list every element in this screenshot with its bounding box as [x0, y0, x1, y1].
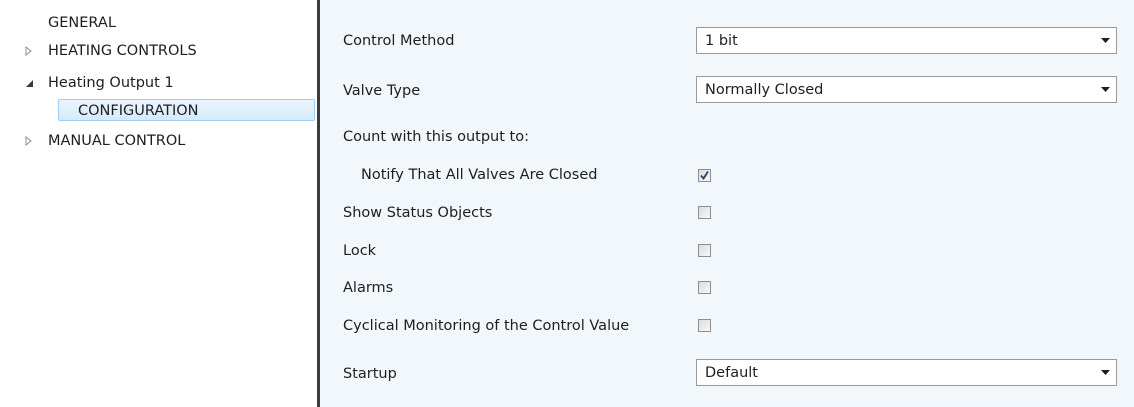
- lock-label: Lock: [343, 243, 377, 259]
- tree-item-label: GENERAL: [48, 15, 116, 31]
- expand-arrow-icon[interactable]: [22, 130, 36, 152]
- valve-type-value: Normally Closed: [705, 81, 824, 98]
- show-status-objects-checkbox[interactable]: [698, 206, 711, 219]
- control-method-value: 1 bit: [705, 32, 738, 49]
- notify-valves-closed-label: Notify That All Valves Are Closed: [361, 167, 598, 183]
- tree-item-label: HEATING CONTROLS: [48, 43, 197, 59]
- alarms-label: Alarms: [343, 280, 394, 296]
- tree-item-manual-control[interactable]: MANUAL CONTROL: [25, 130, 186, 152]
- tree-item-general[interactable]: GENERAL: [48, 12, 116, 34]
- collapse-arrow-icon[interactable]: [22, 72, 36, 94]
- chevron-down-icon: [1094, 28, 1116, 53]
- count-with-output-label: Count with this output to:: [343, 129, 529, 145]
- chevron-down-icon: [1094, 360, 1116, 385]
- startup-select[interactable]: Default: [696, 359, 1117, 386]
- cyclical-monitoring-checkbox[interactable]: [698, 319, 711, 332]
- startup-label: Startup: [343, 366, 397, 382]
- parameters-panel: Control Method 1 bit Valve Type Normally…: [320, 0, 1134, 407]
- tree-item-configuration[interactable]: CONFIGURATION: [58, 99, 315, 121]
- control-method-select[interactable]: 1 bit: [696, 27, 1117, 54]
- valve-type-select[interactable]: Normally Closed: [696, 76, 1117, 103]
- tree-item-heating-output-1[interactable]: Heating Output 1: [25, 72, 174, 94]
- tree-item-heating-controls[interactable]: HEATING CONTROLS: [25, 40, 197, 62]
- valve-type-label: Valve Type: [343, 83, 421, 99]
- cyclical-monitoring-label: Cyclical Monitoring of the Control Value: [343, 318, 630, 334]
- tree-item-label: CONFIGURATION: [78, 103, 199, 119]
- alarms-checkbox[interactable]: [698, 281, 711, 294]
- tree-item-label: MANUAL CONTROL: [48, 133, 186, 149]
- control-method-label: Control Method: [343, 33, 455, 49]
- check-mark-icon: [700, 171, 709, 181]
- notify-valves-closed-checkbox[interactable]: [698, 169, 711, 182]
- show-status-objects-label: Show Status Objects: [343, 205, 493, 221]
- parameter-tree: GENERAL HEATING CONTROLS Heating Output …: [0, 0, 317, 407]
- chevron-down-icon: [1094, 77, 1116, 102]
- startup-value: Default: [705, 364, 758, 381]
- expand-arrow-icon[interactable]: [22, 40, 36, 62]
- tree-item-label: Heating Output 1: [48, 75, 174, 91]
- lock-checkbox[interactable]: [698, 244, 711, 257]
